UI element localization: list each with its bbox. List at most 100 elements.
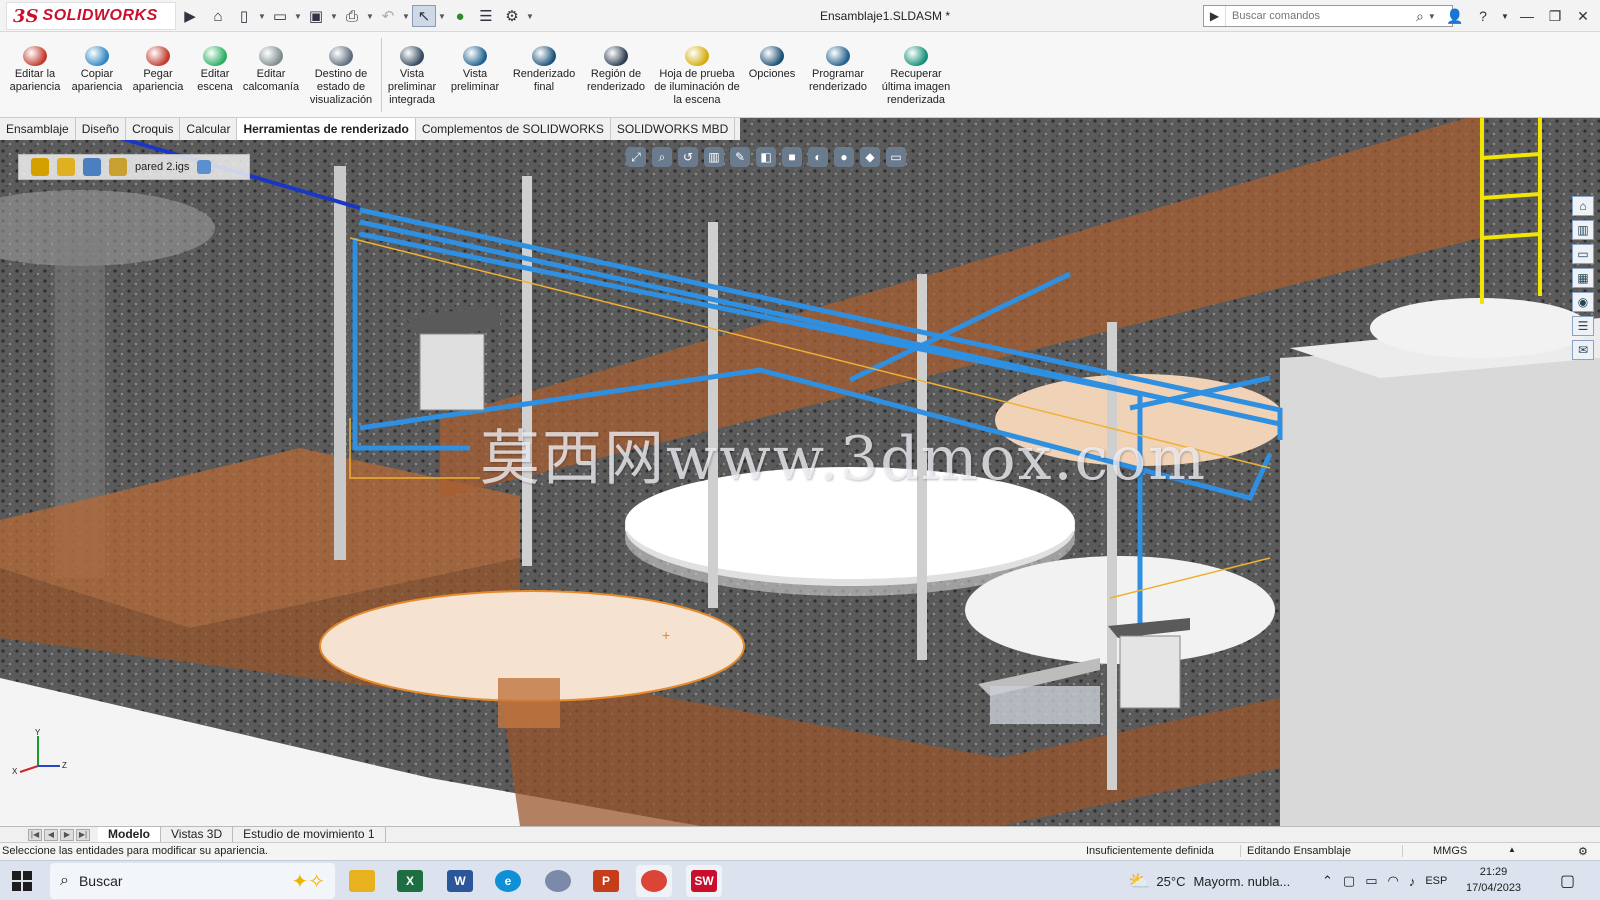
zoom-to-area-icon[interactable]: ⌕ (652, 147, 672, 167)
open-caret-icon[interactable]: ▼ (294, 12, 302, 21)
previous-view-icon[interactable]: ↺ (678, 147, 698, 167)
last-tab-icon[interactable]: ▶| (76, 828, 90, 841)
tab-sketch[interactable]: Croquis (126, 118, 181, 140)
battery-icon[interactable]: ▭ (1365, 873, 1377, 889)
tab-solidworks-addins[interactable]: Complementos de SOLIDWORKS (415, 118, 611, 140)
tab-model[interactable]: Modelo (98, 826, 161, 843)
open-folder-icon[interactable]: ▭ (268, 5, 292, 27)
solidworks-logo[interactable]: 3S SOLIDWORKS (6, 2, 176, 30)
edit-appearance-hud-icon[interactable]: ● (834, 147, 854, 167)
first-tab-icon[interactable]: |◀ (28, 828, 42, 841)
help-icon[interactable]: ? (1472, 5, 1494, 27)
home-icon[interactable]: ⌂ (206, 5, 230, 27)
design-library-icon[interactable]: ▥ (1572, 220, 1594, 240)
recover-last-render-button[interactable]: Recuperar última imagen renderizada (878, 46, 954, 107)
show-hidden-icons-icon[interactable]: ⌃ (1322, 873, 1333, 889)
options-button[interactable]: Opciones (744, 46, 800, 81)
start-button[interactable] (12, 871, 32, 891)
display-style-icon[interactable]: ■ (782, 147, 802, 167)
final-render-button[interactable]: Renderizado final (508, 46, 580, 94)
edit-decal-button[interactable]: Editar calcomanía (240, 46, 302, 94)
paste-appearance-button[interactable]: Pegar apariencia (130, 46, 186, 94)
save-icon[interactable]: ▣ (304, 5, 328, 27)
device-icon[interactable]: ▢ (1343, 873, 1355, 889)
tab-3d-views[interactable]: Vistas 3D (161, 826, 234, 843)
schedule-render-button[interactable]: Programar renderizado (804, 46, 872, 94)
edge-app[interactable]: e (490, 865, 526, 897)
dynamic-annotation-icon[interactable]: ✎ (730, 147, 750, 167)
next-tab-icon[interactable]: ▶ (60, 828, 74, 841)
part-icon[interactable] (83, 158, 101, 176)
volume-icon[interactable]: ♪ (1409, 874, 1416, 889)
tab-solidworks-mbd[interactable]: SOLIDWORKS MBD (610, 118, 736, 140)
appearances-scenes-icon[interactable]: ◉ (1572, 292, 1594, 312)
tab-evaluate[interactable]: Calcular (180, 118, 238, 140)
component-icon[interactable] (109, 158, 127, 176)
language-indicator[interactable]: ESP (1425, 875, 1447, 887)
search-input[interactable] (1226, 10, 1416, 22)
display-state-target-button[interactable]: Destino de estado de visualización (304, 46, 378, 107)
tab-render-tools[interactable]: Herramientas de renderizado (237, 118, 416, 140)
save-caret-icon[interactable]: ▼ (330, 12, 338, 21)
user-account-icon[interactable]: 👤 (1444, 5, 1466, 27)
solidworks-app[interactable]: SW (686, 865, 722, 897)
forum-icon[interactable]: ✉ (1572, 340, 1594, 360)
restore-icon[interactable]: ❐ (1544, 5, 1566, 27)
solidworks-resources-icon[interactable]: ⌂ (1572, 196, 1594, 216)
file-properties-icon[interactable]: ☰ (474, 5, 498, 27)
undo-caret-icon[interactable]: ▼ (402, 12, 410, 21)
hide-show-items-icon[interactable]: ◐ (808, 147, 828, 167)
clock[interactable]: 21:29 17/04/2023 (1466, 864, 1521, 896)
prev-tab-icon[interactable]: ◀ (44, 828, 58, 841)
customize-status-icon[interactable]: ⚙ (1578, 845, 1588, 858)
print-caret-icon[interactable]: ▼ (366, 12, 374, 21)
print-icon[interactable]: ⎙ (340, 5, 364, 27)
menu-expand[interactable]: ▶ (178, 5, 202, 27)
minimize-icon[interactable]: — (1516, 5, 1538, 27)
view-orientation-icon[interactable]: ◧ (756, 147, 776, 167)
undo-icon[interactable]: ↶ (376, 5, 400, 27)
new-caret-icon[interactable]: ▼ (258, 12, 266, 21)
network-app[interactable] (540, 865, 576, 897)
taskbar-search[interactable]: ⌕ Buscar ✦✧ (50, 863, 335, 899)
tab-motion-study[interactable]: Estudio de movimiento 1 (233, 826, 386, 843)
rebuild-traffic-light-icon[interactable]: ● (448, 5, 472, 27)
chrome-app[interactable] (636, 865, 672, 897)
copy-appearance-button[interactable]: Copiar apariencia (68, 46, 126, 94)
tab-assembly[interactable]: Ensamblaje (0, 118, 76, 140)
units-selector[interactable]: MMGS (1402, 845, 1467, 857)
integrated-preview-button[interactable]: Vista preliminar integrada (384, 46, 440, 107)
edit-appearance-button[interactable]: Editar la apariencia (6, 46, 64, 94)
render-region-button[interactable]: Región de renderizado (584, 46, 648, 94)
powerpoint-app[interactable]: P (588, 865, 624, 897)
view-settings-icon[interactable]: ▭ (886, 147, 906, 167)
section-view-icon[interactable]: ▥ (704, 147, 724, 167)
play-arrow-icon[interactable]: ▶ (178, 5, 202, 27)
assembly-icon[interactable] (31, 158, 49, 176)
select-pointer-icon[interactable]: ↖ (412, 5, 436, 27)
excel-app[interactable]: X (392, 865, 428, 897)
tab-layout[interactable]: Diseño (75, 118, 127, 140)
scene-illumination-proof-button[interactable]: Hoja de prueba de iluminación de la esce… (654, 46, 740, 107)
zoom-to-fit-icon[interactable]: ⤢ (626, 147, 646, 167)
custom-properties-icon[interactable]: ☰ (1572, 316, 1594, 336)
weather-widget[interactable]: ⛅ 25°C Mayorm. nubla... (1128, 861, 1290, 900)
close-icon[interactable]: ✕ (1572, 5, 1594, 27)
new-document-icon[interactable]: ▯ (232, 5, 256, 27)
help-caret-icon[interactable]: ▼ (1500, 5, 1510, 27)
options-caret-icon[interactable]: ▼ (526, 12, 534, 21)
search-icon[interactable]: ⌕ (1416, 8, 1424, 25)
apply-scene-icon[interactable]: ◆ (860, 147, 880, 167)
edit-scene-button[interactable]: Editar escena (190, 46, 240, 94)
select-caret-icon[interactable]: ▼ (438, 12, 446, 21)
preview-window-button[interactable]: Vista preliminar (446, 46, 504, 94)
command-search[interactable]: ▶ ⌕ ▼ (1203, 5, 1453, 27)
view-palette-icon[interactable]: ▦ (1572, 268, 1594, 288)
face-icon[interactable] (197, 160, 212, 174)
file-explorer-app[interactable] (344, 865, 380, 897)
file-explorer-icon[interactable]: ▭ (1572, 244, 1594, 264)
search-caret-icon[interactable]: ▼ (1428, 12, 1436, 21)
wifi-icon[interactable]: ◠ (1388, 873, 1399, 889)
breadcrumb-part-label[interactable]: pared 2.igs (135, 161, 189, 173)
subassembly-icon[interactable] (57, 158, 75, 176)
